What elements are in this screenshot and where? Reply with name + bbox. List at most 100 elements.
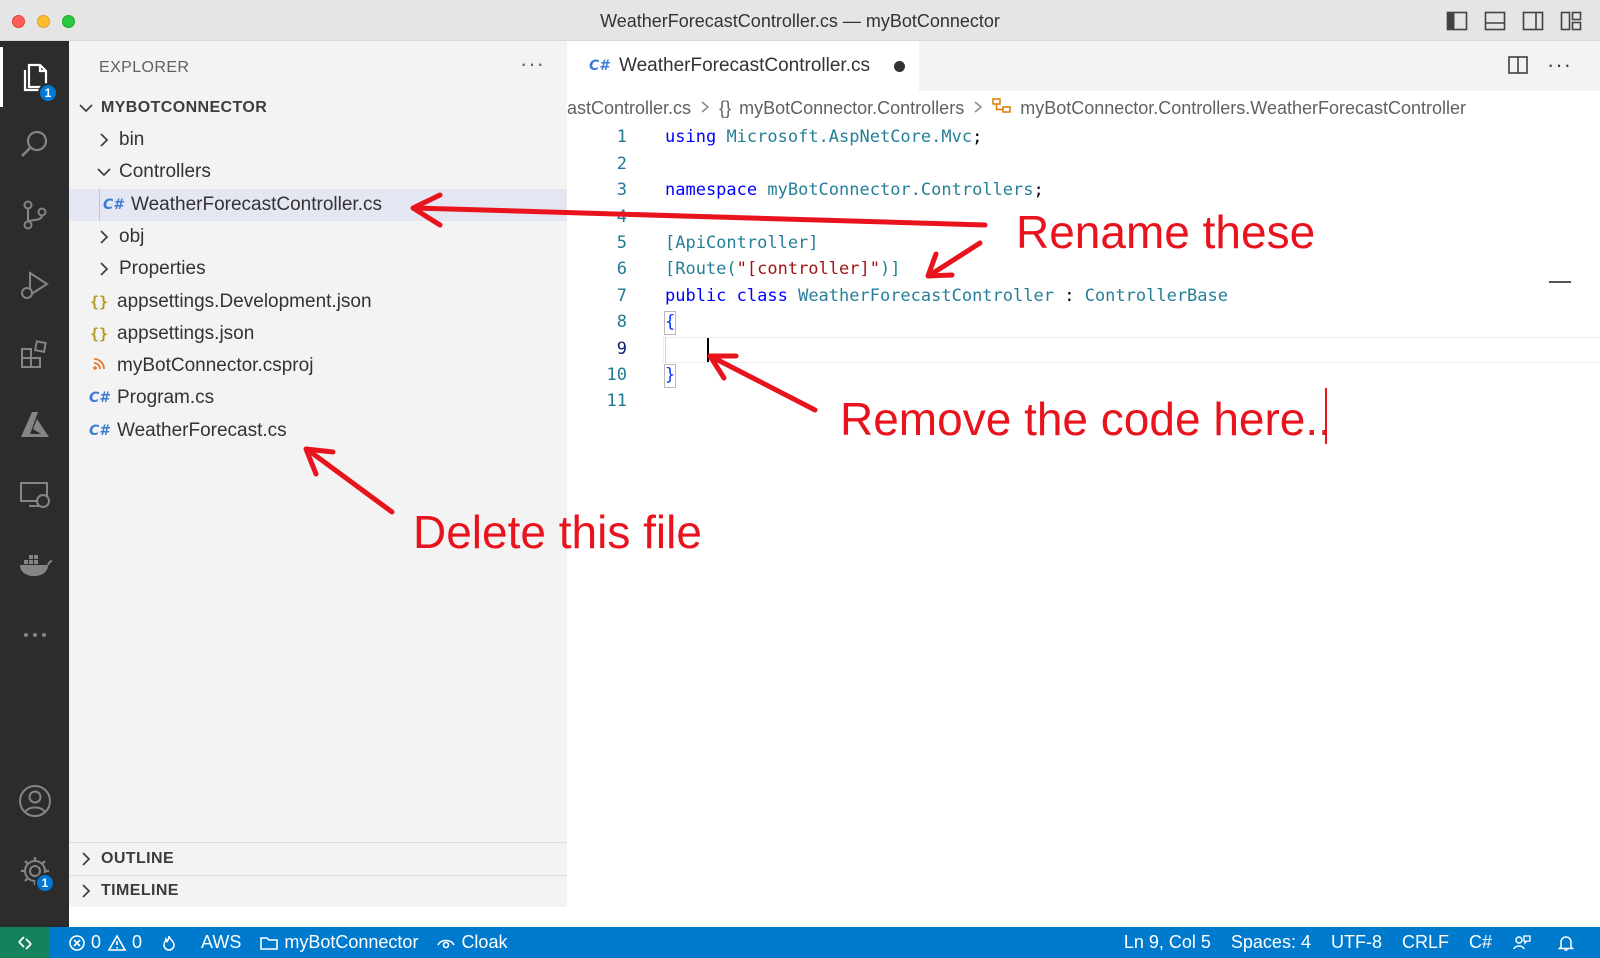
layout-controls	[1446, 11, 1582, 31]
line-number: 5	[616, 233, 627, 253]
keyword: public class	[665, 286, 788, 306]
extensions-icon	[20, 340, 47, 368]
aws-label: AWS	[201, 932, 242, 952]
punctuation: ;	[1033, 180, 1044, 200]
tree-item-appsettings[interactable]: {} appsettings.json	[69, 318, 567, 350]
code-line-5[interactable]: [ApiController]	[665, 233, 819, 253]
activity-manage[interactable]: 1	[0, 841, 69, 901]
feedback-button[interactable]	[1512, 934, 1537, 952]
current-line-highlight	[663, 337, 1600, 363]
tree-item-label: appsettings.Development.json	[117, 291, 372, 312]
account-icon	[18, 785, 51, 817]
eye-icon	[437, 939, 456, 948]
project-folder[interactable]: MYBOTCONNECTOR	[69, 92, 567, 124]
tree-item-obj[interactable]: obj	[69, 221, 567, 253]
json-file-icon: {}	[89, 293, 109, 311]
problems-indicator[interactable]: 0 0	[68, 932, 142, 953]
tree-item-program[interactable]: C# Program.cs	[69, 382, 567, 414]
flame-icon	[163, 935, 175, 951]
keyword: using	[665, 127, 717, 147]
toggle-secondary-sidebar-icon[interactable]	[1522, 11, 1544, 31]
text-cursor	[707, 338, 709, 362]
tree-item-csproj[interactable]: myBotConnector.csproj	[69, 350, 567, 382]
encoding[interactable]: UTF-8	[1331, 932, 1382, 953]
breadcrumb-class[interactable]: myBotConnector.Controllers.WeatherForeca…	[1020, 98, 1466, 119]
chevron-right-icon	[699, 98, 711, 119]
tree-item-label: bin	[119, 129, 145, 150]
timeline-label: TIMELINE	[101, 882, 179, 899]
tab-label: WeatherForecastController.cs	[619, 55, 870, 76]
editor-more-actions[interactable]: ···	[1547, 54, 1572, 76]
cursor-position[interactable]: Ln 9, Col 5	[1124, 932, 1211, 953]
activity-source-control[interactable]	[0, 185, 69, 245]
folder-icon	[260, 936, 279, 950]
scrollbar-marker[interactable]	[1549, 281, 1571, 283]
activity-accounts[interactable]	[0, 771, 69, 831]
tree-item-bin[interactable]: bin	[69, 124, 567, 156]
breadcrumb-namespace[interactable]: myBotConnector.Controllers	[739, 98, 964, 119]
attribute-token: [ApiController]	[665, 233, 819, 253]
activity-remote-explorer[interactable]	[0, 465, 69, 525]
activity-more[interactable]	[0, 605, 69, 665]
chevron-right-icon	[972, 98, 984, 119]
notifications-button[interactable]	[1557, 934, 1580, 952]
error-icon	[69, 934, 85, 951]
bracket-match-highlight	[664, 364, 676, 388]
folder-indicator[interactable]: myBotConnector	[259, 932, 418, 953]
split-editor-icon[interactable]	[1507, 54, 1529, 76]
cloak-indicator[interactable]: Cloak	[436, 932, 507, 953]
explorer-sidebar: EXPLORER ··· MYBOTCONNECTOR bin Controll…	[69, 41, 567, 907]
breadcrumb: astController.cs {} myBotConnector.Contr…	[567, 93, 1600, 123]
status-right: Ln 9, Col 5 Spaces: 4 UTF-8 CRLF C#	[1124, 927, 1600, 958]
customize-layout-icon[interactable]	[1560, 11, 1582, 31]
line-ending[interactable]: CRLF	[1402, 932, 1449, 953]
chevron-right-icon	[77, 882, 95, 900]
language-mode[interactable]: C#	[1469, 932, 1492, 953]
folder-label: myBotConnector	[284, 932, 419, 952]
tree-item-controllers[interactable]: Controllers	[69, 156, 567, 188]
activity-search[interactable]	[0, 115, 69, 175]
code-line-7[interactable]: public class WeatherForecastController :…	[665, 286, 1228, 306]
timeline-section[interactable]: TIMELINE	[69, 875, 567, 907]
chevron-right-icon	[95, 260, 113, 278]
chevron-right-icon	[77, 850, 95, 868]
activity-explorer[interactable]: 1	[0, 47, 69, 107]
explorer-header: EXPLORER	[99, 59, 190, 76]
activity-docker[interactable]	[0, 535, 69, 595]
tree-item-weatherforecastcontroller[interactable]: C# WeatherForecastController.cs	[69, 189, 567, 221]
line-number: 1	[616, 127, 627, 147]
code-line-6[interactable]: [Route("[controller]")]	[665, 259, 900, 279]
line-number: 9	[616, 339, 627, 359]
unsaved-dot-icon[interactable]	[894, 61, 905, 72]
explorer-more-actions[interactable]: ···	[520, 51, 545, 77]
breadcrumb-file[interactable]: astController.cs	[567, 98, 691, 119]
toggle-primary-sidebar-icon[interactable]	[1446, 11, 1468, 31]
docker-icon	[19, 555, 52, 576]
line-number: 8	[616, 312, 627, 332]
line-number: 3	[616, 180, 627, 200]
tab-weatherforecastcontroller[interactable]: C# WeatherForecastController.cs	[567, 41, 919, 91]
settings-badge: 1	[35, 873, 55, 893]
activity-extensions[interactable]	[0, 325, 69, 385]
code-line-3[interactable]: namespace myBotConnector.Controllers;	[665, 180, 1044, 200]
project-folder-label: MYBOTCONNECTOR	[101, 99, 268, 116]
toggle-panel-icon[interactable]	[1484, 11, 1506, 31]
rss-icon	[89, 357, 109, 375]
activity-azure[interactable]	[0, 395, 69, 455]
outline-section[interactable]: OUTLINE	[69, 843, 567, 875]
indentation[interactable]: Spaces: 4	[1231, 932, 1311, 953]
line-number: 2	[616, 154, 627, 174]
tree-item-appsettings-development[interactable]: {} appsettings.Development.json	[69, 286, 567, 318]
remote-indicator[interactable]	[0, 927, 50, 958]
code-line-1[interactable]: using Microsoft.AspNetCore.Mvc;	[665, 127, 982, 147]
tree-item-properties[interactable]: Properties	[69, 253, 567, 285]
aws-indicator[interactable]: AWS	[201, 932, 241, 953]
tree-item-weatherforecast[interactable]: C# WeatherForecast.cs	[69, 415, 567, 447]
flame-indicator[interactable]	[160, 934, 183, 952]
activity-run-debug[interactable]	[0, 255, 69, 315]
namespace-token: myBotConnector.Controllers	[767, 180, 1034, 200]
csharp-file-icon: C#	[89, 423, 110, 439]
csharp-file-icon: C#	[89, 390, 110, 406]
line-number: 7	[616, 286, 627, 306]
tree-item-label: WeatherForecastController.cs	[131, 194, 382, 215]
